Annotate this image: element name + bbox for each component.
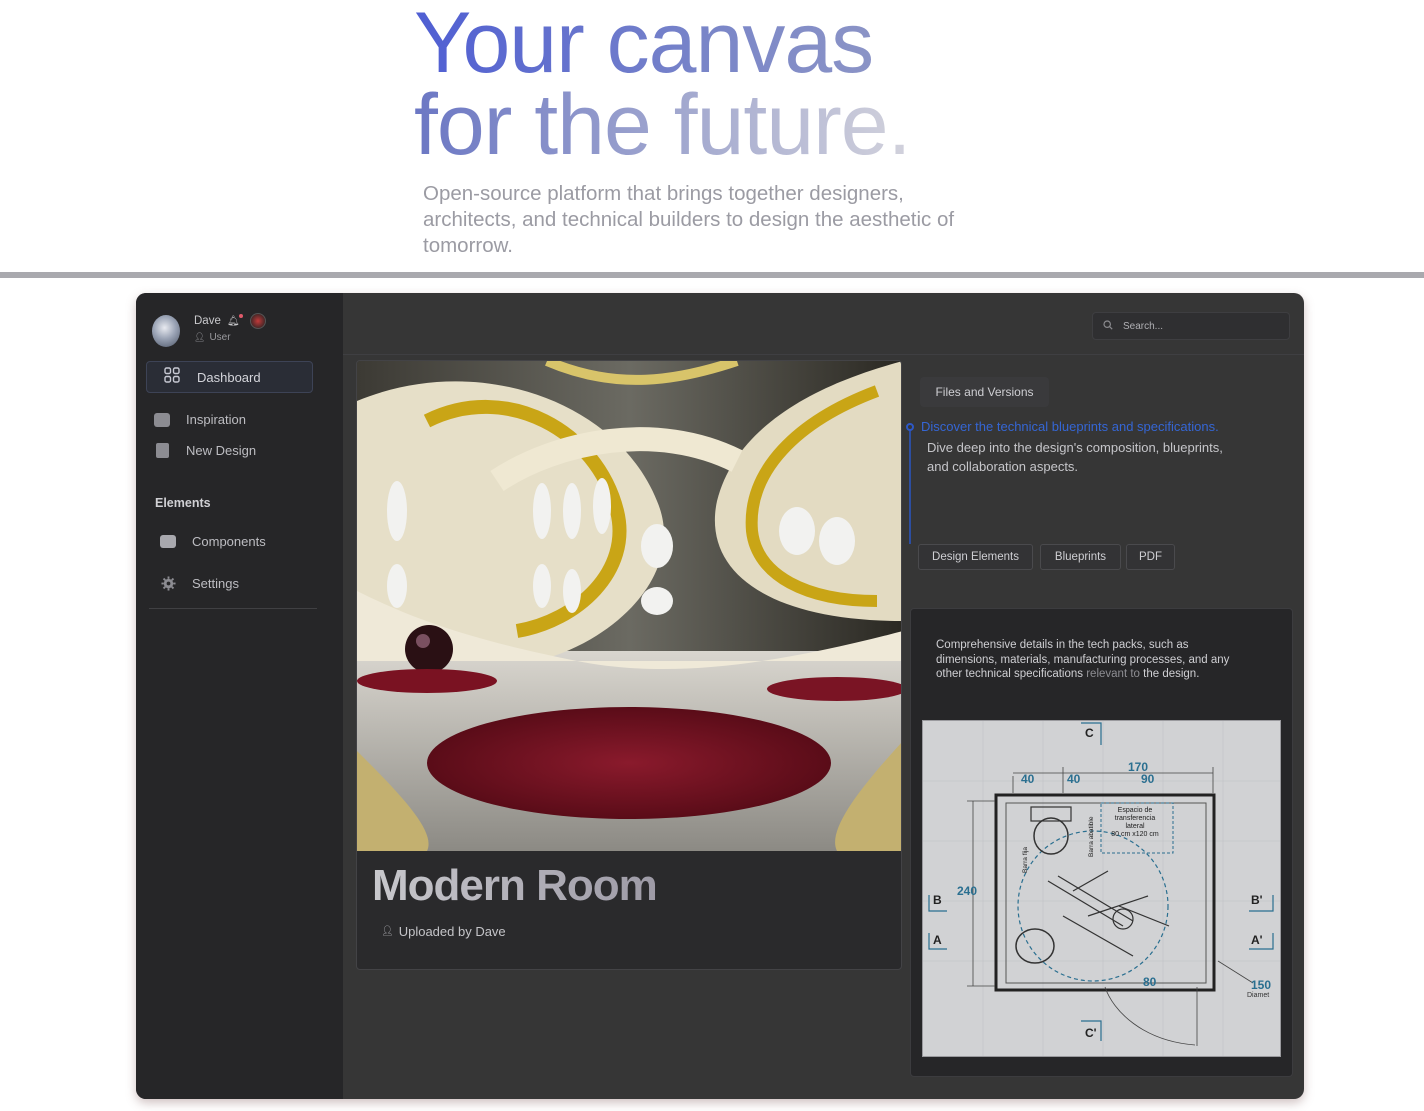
blueprint-dim-b: 40 — [1067, 772, 1081, 786]
blueprint-dim-a: 40 — [1021, 772, 1035, 786]
wallet-icon — [160, 535, 176, 549]
blueprint-transfer-1: Espacio de — [1118, 807, 1153, 814]
blueprint-transfer-3: lateral — [1125, 823, 1145, 830]
hero-title-line2: for the future. — [414, 77, 912, 173]
blueprint-bar-fixed: Barra fija — [1022, 847, 1029, 873]
sidebar-item-settings[interactable]: Settings — [160, 576, 239, 591]
hero-section: Your canvas for the future. Open-source … — [0, 0, 1424, 272]
document-icon — [154, 443, 170, 458]
app-window: Dave 🔔︎ 👤︎ User Dashboard Inspiration Ne… — [136, 293, 1304, 1099]
user-profile[interactable]: Dave 🔔︎ 👤︎ User — [152, 313, 266, 347]
design-image[interactable] — [357, 361, 901, 851]
gear-icon — [160, 576, 176, 591]
topbar: Search... — [343, 293, 1304, 355]
blueprint-label-c-bottom: C' — [1085, 1026, 1097, 1040]
blueprint-label-b-left: B — [933, 893, 942, 907]
user-role-label: User — [209, 332, 231, 343]
design-card[interactable]: Modern Room 👤︎ Uploaded by Dave — [356, 360, 902, 970]
bell-icon[interactable]: 🔔︎ — [227, 313, 243, 327]
blueprint-label-a-left: A — [933, 933, 942, 947]
blueprint-transfer-4: 80 cm x120 cm — [1111, 831, 1159, 838]
uploader-info: 👤︎ Uploaded by Dave — [381, 924, 506, 939]
tech-pack-panel: Comprehensive details in the tech packs,… — [910, 608, 1293, 1077]
chip-design-elements[interactable]: Design Elements — [918, 544, 1033, 570]
uploader-label: Uploaded by Dave — [398, 924, 506, 939]
avatar[interactable] — [152, 315, 180, 347]
sidebar-item-dashboard[interactable]: Dashboard — [146, 361, 313, 393]
sidebar-item-components[interactable]: Components — [160, 534, 266, 549]
sidebar-divider — [149, 608, 317, 609]
search-icon — [1103, 319, 1113, 333]
sidebar: Dave 🔔︎ 👤︎ User Dashboard Inspiration Ne… — [136, 293, 343, 1099]
blueprint-label-b-right: B' — [1251, 893, 1263, 907]
gamepad-icon — [154, 412, 170, 427]
search-box[interactable]: Search... — [1092, 312, 1290, 340]
sidebar-item-label: Components — [192, 534, 266, 549]
person-icon: 👤︎ — [194, 332, 206, 342]
blueprint-dim-height: 240 — [957, 884, 977, 898]
user-role: 👤︎ User — [194, 332, 266, 343]
chip-blueprints[interactable]: Blueprints — [1040, 544, 1121, 570]
tech-pack-text-c: the design. — [1139, 668, 1200, 680]
person-icon: 👤︎ — [381, 926, 394, 937]
tab-files-and-versions[interactable]: Files and Versions — [920, 377, 1049, 407]
search-input[interactable]: Search... — [1123, 321, 1163, 332]
user-name-row: Dave 🔔︎ — [194, 313, 266, 329]
timeline-body: Dive deep into the design's composition,… — [927, 440, 1223, 474]
blueprint-transfer-2: transferencia — [1115, 815, 1156, 822]
blueprint-bar-fold: Barra abatible — [1088, 816, 1095, 857]
user-meta: Dave 🔔︎ 👤︎ User — [194, 313, 266, 343]
grid-icon — [164, 367, 182, 387]
sidebar-item-label: Inspiration — [186, 412, 246, 427]
tech-pack-text-b: relevant to — [1083, 668, 1140, 680]
sidebar-section-title: Elements — [155, 496, 211, 510]
section-divider — [0, 272, 1424, 278]
blueprint-dim-150: 150 — [1251, 978, 1271, 992]
sidebar-item-label: Settings — [192, 576, 239, 591]
blueprint-label-c-top: C — [1085, 726, 1094, 740]
timeline-dot-icon — [906, 423, 914, 431]
secondary-avatar[interactable] — [249, 313, 266, 329]
sidebar-item-new-design[interactable]: New Design — [154, 443, 256, 458]
design-title: Modern Room — [372, 861, 658, 910]
tech-pack-description: Comprehensive details in the tech packs,… — [936, 638, 1236, 682]
timeline-line — [909, 430, 911, 544]
sidebar-item-label: Dashboard — [197, 369, 261, 385]
chip-pdf[interactable]: PDF — [1126, 544, 1175, 570]
blueprint-dim-c: 90 — [1141, 772, 1155, 786]
blueprint-label-a-right: A' — [1251, 933, 1263, 947]
hero-title: Your canvas for the future. — [414, 0, 912, 173]
sidebar-item-inspiration[interactable]: Inspiration — [154, 412, 246, 427]
sidebar-item-label: New Design — [186, 443, 257, 458]
blueprint-image[interactable]: 170 40 40 90 240 80 150 Diamet Espacio d… — [922, 720, 1281, 1057]
hero-title-line1: Your canvas — [414, 0, 911, 86]
blueprint-diameter: Diamet — [1247, 992, 1269, 999]
hero-subtitle: Open-source platform that brings togethe… — [423, 182, 955, 257]
timeline-heading[interactable]: Discover the technical blueprints and sp… — [921, 419, 1219, 434]
user-name: Dave — [194, 315, 221, 327]
blueprint-dim-80: 80 — [1143, 975, 1157, 989]
